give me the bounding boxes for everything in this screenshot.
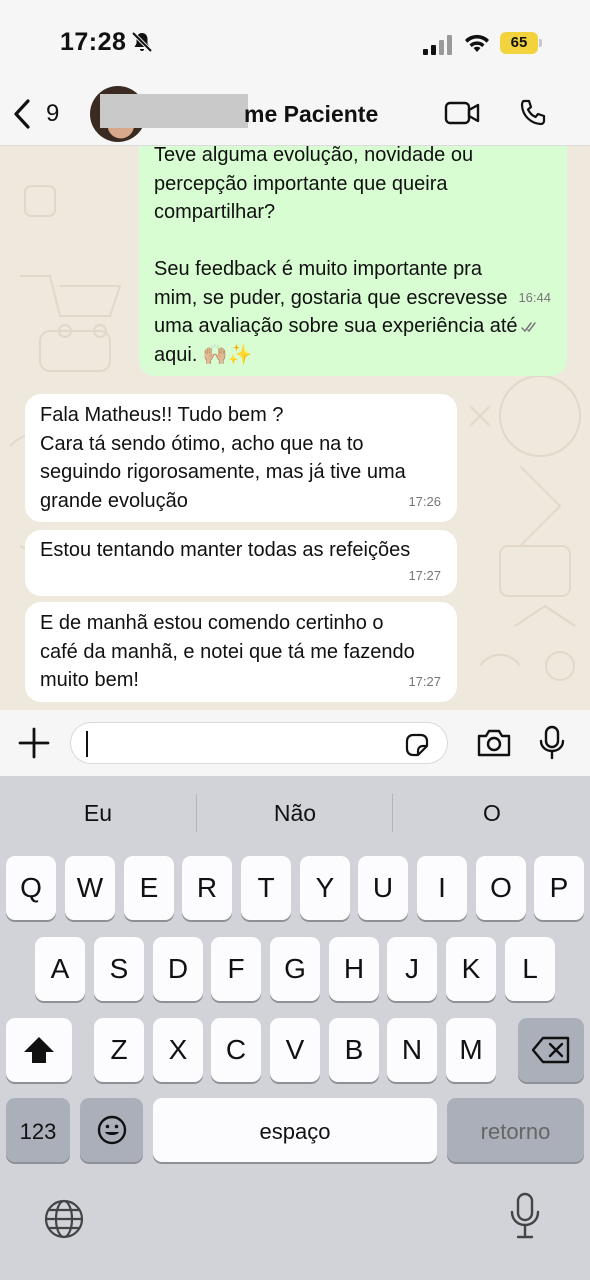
key-s[interactable]: S <box>94 937 144 1001</box>
message-time: 17:27 <box>408 567 441 583</box>
message-incoming[interactable]: Fala Matheus!! Tudo bem ? Cara tá sendo … <box>25 394 457 522</box>
chevron-left-icon[interactable] <box>10 98 34 130</box>
key-x[interactable]: X <box>153 1018 203 1082</box>
suggestion-divider <box>392 794 393 832</box>
key-j[interactable]: J <box>387 937 437 1001</box>
key-w[interactable]: W <box>65 856 115 920</box>
suggestion-divider <box>196 794 197 832</box>
contact-name[interactable]: me Paciente <box>244 101 378 128</box>
key-m[interactable]: M <box>446 1018 496 1082</box>
delete-icon <box>531 1036 570 1064</box>
key-c[interactable]: C <box>211 1018 261 1082</box>
dictation-icon[interactable] <box>510 1192 540 1240</box>
unread-count[interactable]: 9 <box>46 100 59 128</box>
key-q[interactable]: Q <box>6 856 56 920</box>
microphone-icon[interactable] <box>538 725 566 761</box>
return-key[interactable]: retorno <box>447 1098 584 1162</box>
key-h[interactable]: H <box>329 937 379 1001</box>
key-o[interactable]: O <box>476 856 526 920</box>
message-time: 17:26 <box>408 493 441 509</box>
composer-bar <box>0 710 590 776</box>
message-text: Fala Matheus!! Tudo bem ? Cara tá sendo … <box>40 404 406 512</box>
key-y[interactable]: Y <box>300 856 350 920</box>
key-u[interactable]: U <box>358 856 408 920</box>
text-cursor <box>86 731 88 757</box>
key-d[interactable]: D <box>153 937 203 1001</box>
return-key-label: retorno <box>480 1119 551 1144</box>
signal-icon <box>423 35 452 55</box>
phone-icon[interactable] <box>518 98 548 128</box>
battery-level: 65 <box>510 34 528 51</box>
plus-icon[interactable] <box>18 727 50 759</box>
emoji-key[interactable] <box>80 1098 143 1162</box>
chat-header: 9 me Paciente <box>0 84 590 146</box>
key-e[interactable]: E <box>124 856 174 920</box>
key-i[interactable]: I <box>417 856 467 920</box>
space-key[interactable]: espaço <box>153 1098 437 1162</box>
suggestion-1[interactable]: Eu <box>18 800 178 827</box>
chat-area[interactable]: Teve alguma evolução, novidade ou percep… <box>0 146 590 710</box>
suggestion-3[interactable]: O <box>412 800 572 827</box>
message-meta: 16:44 <box>497 255 551 369</box>
sticker-icon[interactable] <box>403 731 431 759</box>
globe-icon[interactable] <box>43 1198 85 1240</box>
delete-key[interactable] <box>518 1018 584 1082</box>
shift-icon <box>24 1037 54 1063</box>
message-text: Teve alguma evolução, novidade ou percep… <box>154 146 518 366</box>
key-b[interactable]: B <box>329 1018 379 1082</box>
bell-slash-icon <box>131 31 153 53</box>
suggestion-2[interactable]: Não <box>215 800 375 827</box>
camera-icon[interactable] <box>476 728 512 758</box>
key-l[interactable]: L <box>505 937 555 1001</box>
key-t[interactable]: T <box>241 856 291 920</box>
key-r[interactable]: R <box>182 856 232 920</box>
message-outgoing[interactable]: Teve alguma evolução, novidade ou percep… <box>139 146 567 376</box>
key-z[interactable]: Z <box>94 1018 144 1082</box>
double-check-icon <box>521 321 537 332</box>
status-bar: 17:28 65 <box>0 0 590 84</box>
message-incoming[interactable]: Estou tentando manter todas as refeições… <box>25 530 457 596</box>
numbers-key-label: 123 <box>19 1119 57 1144</box>
message-time: 16:44 <box>518 289 551 305</box>
keyboard: Eu Não O Q W E R T Y U I O P A S D F G H… <box>0 776 590 1280</box>
shift-key[interactable] <box>6 1018 72 1082</box>
status-time: 17:28 <box>60 28 127 56</box>
redaction-box <box>100 94 248 128</box>
video-icon[interactable] <box>444 100 480 126</box>
key-g[interactable]: G <box>270 937 320 1001</box>
emoji-icon <box>97 1115 126 1145</box>
wifi-icon <box>465 34 489 52</box>
message-text: Estou tentando manter todas as refeições <box>40 539 411 561</box>
key-k[interactable]: K <box>446 937 496 1001</box>
message-input[interactable] <box>70 722 448 764</box>
space-key-label: espaço <box>259 1119 331 1144</box>
key-f[interactable]: F <box>211 937 261 1001</box>
numbers-key[interactable]: 123 <box>6 1098 70 1162</box>
message-incoming[interactable]: E de manhã estou comendo certinho o café… <box>25 602 457 702</box>
message-text: E de manhã estou comendo certinho o café… <box>40 612 415 691</box>
key-a[interactable]: A <box>35 937 85 1001</box>
message-time: 17:27 <box>408 673 441 689</box>
key-p[interactable]: P <box>534 856 584 920</box>
battery-icon: 65 <box>500 32 542 54</box>
key-v[interactable]: V <box>270 1018 320 1082</box>
key-n[interactable]: N <box>387 1018 437 1082</box>
